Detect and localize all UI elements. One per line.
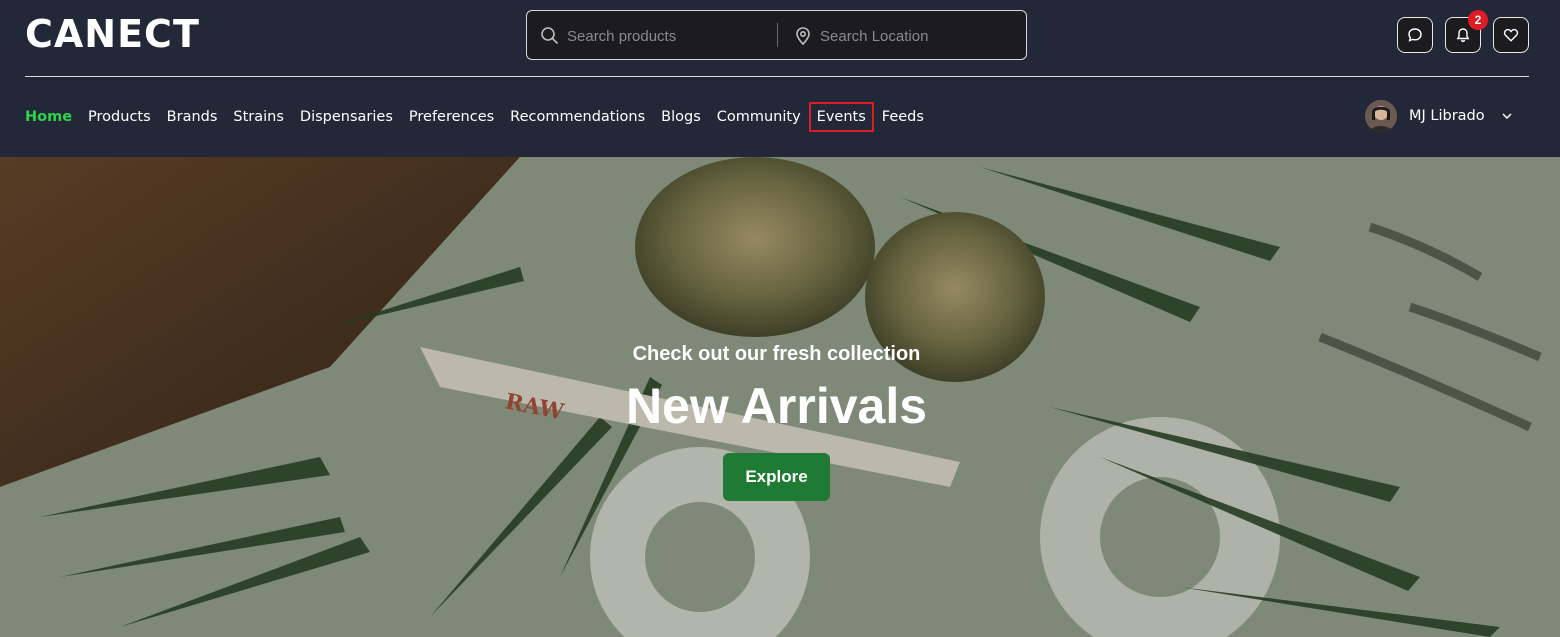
search-icon <box>541 27 559 45</box>
nav-item-feeds[interactable]: Feeds <box>882 106 924 128</box>
nav-item-products[interactable]: Products <box>88 106 151 128</box>
nav-item-blogs[interactable]: Blogs <box>661 106 701 128</box>
nav-item-events[interactable]: Events <box>808 102 874 132</box>
bell-icon <box>1456 28 1470 43</box>
wishlist-button[interactable] <box>1493 17 1529 53</box>
avatar <box>1365 100 1397 132</box>
notification-count-badge: 2 <box>1468 10 1488 30</box>
hero-title: New Arrivals <box>625 378 928 434</box>
search-bar <box>526 10 1027 60</box>
nav-item-dispensaries[interactable]: Dispensaries <box>300 106 393 128</box>
search-location-input[interactable] <box>820 23 1020 49</box>
heart-icon <box>1503 28 1519 42</box>
canect-logo[interactable]: CANECT <box>25 14 200 54</box>
search-divider <box>777 23 778 47</box>
chat-icon <box>1408 28 1422 42</box>
nav-item-brands[interactable]: Brands <box>167 106 218 128</box>
nav-item-strains[interactable]: Strains <box>233 106 284 128</box>
user-menu[interactable]: MJ Librado <box>1365 100 1513 132</box>
header-divider <box>25 76 1529 77</box>
nav-item-community[interactable]: Community <box>717 106 801 128</box>
hero-banner: RAW Check out our fresh collection New A… <box>0 157 1560 637</box>
nav-item-home[interactable]: Home <box>25 106 72 128</box>
top-header: CANECT 2 Home Products Brands <box>0 0 1560 157</box>
main-nav: Home Products Brands Strains Dispensarie… <box>25 102 940 132</box>
location-pin-icon <box>796 27 810 46</box>
hero-subtitle: Check out our fresh collection <box>632 343 921 365</box>
nav-item-preferences[interactable]: Preferences <box>409 106 494 128</box>
search-products-input[interactable] <box>567 23 767 49</box>
user-name: MJ Librado <box>1409 108 1485 124</box>
explore-button[interactable]: Explore <box>723 453 830 501</box>
chevron-down-icon <box>1502 113 1512 120</box>
chat-button[interactable] <box>1397 17 1433 53</box>
nav-item-recommendations[interactable]: Recommendations <box>510 106 645 128</box>
